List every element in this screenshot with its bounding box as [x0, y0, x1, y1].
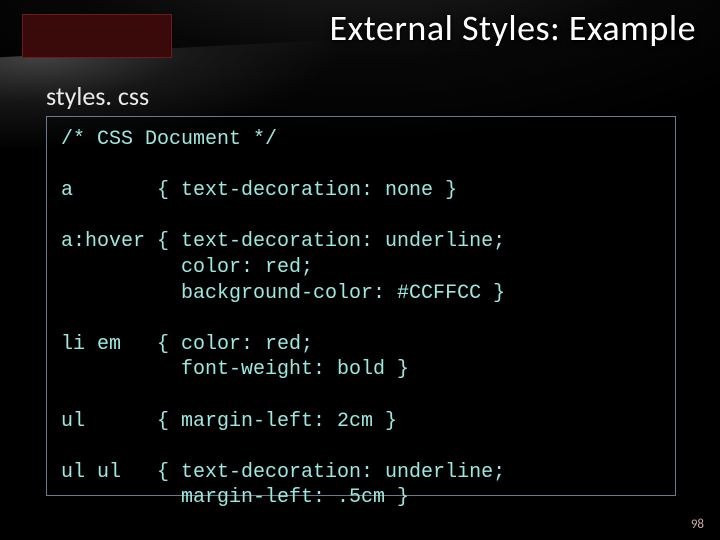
code-line: font-weight: bold }	[61, 358, 409, 381]
code-line: color: red;	[61, 256, 313, 279]
code-block: /* CSS Document */ a { text-decoration: …	[61, 127, 661, 511]
slide: External Styles: Example styles. css /* …	[0, 0, 720, 540]
code-box: /* CSS Document */ a { text-decoration: …	[46, 116, 676, 496]
code-line: ul ul { text-decoration: underline;	[61, 461, 505, 484]
code-line: a:hover { text-decoration: underline;	[61, 230, 505, 253]
code-line: margin-left: .5cm }	[61, 486, 409, 509]
code-line: ul { margin-left: 2cm }	[61, 410, 397, 433]
code-line: /* CSS Document */	[61, 128, 277, 151]
logo-placeholder	[22, 14, 172, 58]
code-line: background-color: #CCFFCC }	[61, 282, 505, 305]
slide-title: External Styles: Example	[330, 6, 697, 50]
code-line: li em { color: red;	[61, 333, 313, 356]
page-number: 98	[691, 517, 704, 532]
filename-label: styles. css	[46, 80, 149, 112]
code-line: a { text-decoration: none }	[61, 179, 457, 202]
